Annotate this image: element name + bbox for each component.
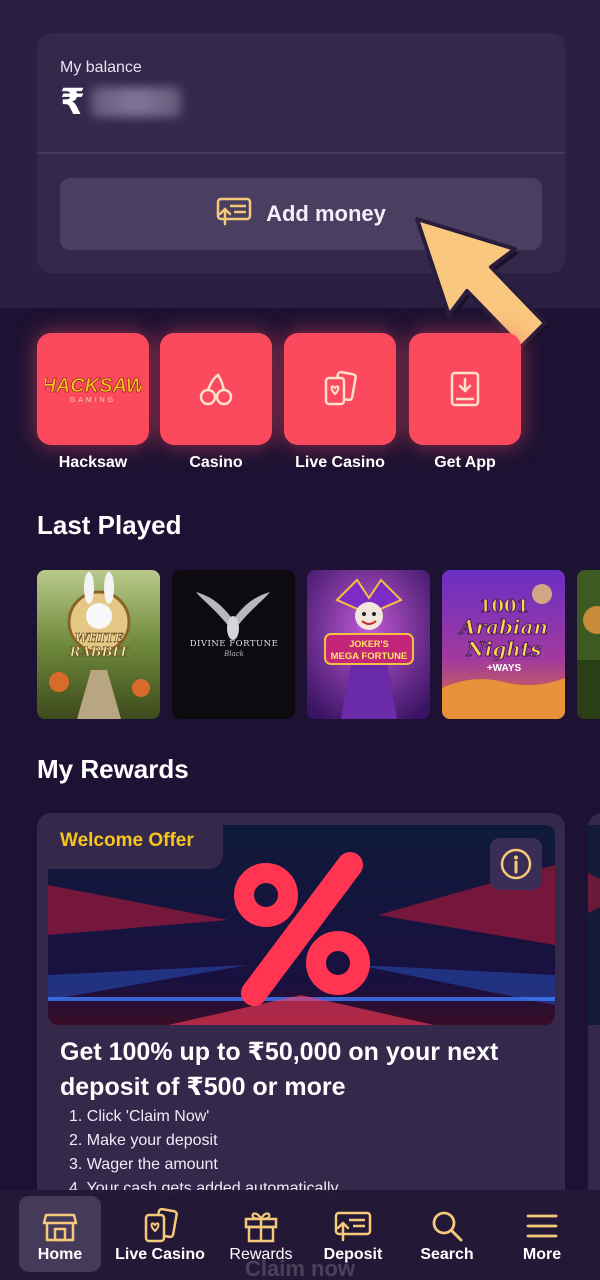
quick-link-get-app[interactable]: Get App — [409, 333, 521, 472]
cherries-icon — [199, 373, 233, 406]
add-money-label: Add money — [266, 201, 386, 226]
add-money-icon — [216, 196, 252, 232]
game-tile-divine-fortune[interactable]: DIVINE FORTUNE Black — [172, 570, 295, 719]
hacksaw-logo: HACKSAW GAMING — [45, 375, 141, 404]
deposit-icon — [334, 1208, 372, 1244]
white-rabbit-art-text-1: WHITE — [75, 631, 124, 645]
quick-link-label: Get App — [434, 454, 496, 471]
my-rewards-title: My Rewards — [37, 754, 189, 784]
arabian-art-text-4: +WAYS — [487, 663, 522, 674]
divine-fortune-art-text-1: DIVINE FORTUNE — [190, 639, 279, 649]
game-tile-1001-arabian-nights[interactable]: 1001 Arabian Nights +WAYS — [442, 570, 565, 719]
quick-links: HACKSAW GAMING Hacksaw Casino Live Casin… — [37, 333, 597, 478]
arabian-art-text-3: Nights — [466, 637, 542, 661]
quick-link-casino[interactable]: Casino — [160, 333, 272, 472]
gift-icon — [243, 1208, 279, 1244]
search-icon — [430, 1208, 464, 1244]
jokers-art-text-1: JOKER'S — [349, 639, 388, 649]
welcome-offer-tag: Welcome Offer — [37, 813, 223, 869]
next-reward-card[interactable] — [588, 813, 600, 1213]
game-tile-partial[interactable] — [577, 570, 600, 719]
hacksaw-logo-text: HACKSAW — [45, 375, 141, 397]
get-app-tile — [409, 333, 521, 445]
divider — [37, 152, 565, 154]
info-button[interactable] — [490, 838, 542, 890]
live-casino-tile — [284, 333, 396, 445]
info-icon — [500, 848, 532, 880]
offer-step: 1. Click 'Claim Now' — [69, 1108, 210, 1125]
offer-step: 2. Make your deposit — [69, 1132, 218, 1149]
playing-cards-icon — [324, 370, 357, 406]
divine-fortune-art-text-2: Black — [223, 650, 244, 658]
hacksaw-logo-sub: GAMING — [70, 397, 116, 404]
quick-link-label: Hacksaw — [58, 454, 128, 471]
game-tile-white-rabbit[interactable]: WHITE RABBIT — [37, 570, 160, 719]
blurred-balance-amount — [91, 87, 182, 117]
arabian-art-text-2: Arabian — [458, 615, 548, 639]
offer-headline: Get 100% up to ₹50,000 on your next depo… — [60, 1038, 499, 1101]
balance-label: My balance — [60, 59, 142, 76]
arabian-art-text-1: 1001 — [479, 596, 529, 617]
last-played-title: Last Played — [37, 510, 182, 540]
playing-cards-icon — [141, 1208, 179, 1244]
download-icon — [450, 371, 480, 407]
menu-icon — [525, 1208, 559, 1244]
offer-steps: 1. Click 'Claim Now' 2. Make your deposi… — [69, 1105, 339, 1201]
jokers-art-text-2: MEGA FORTUNE — [331, 651, 408, 662]
currency-symbol: ₹ — [60, 81, 86, 122]
hacksaw-tile: HACKSAW GAMING — [37, 333, 149, 445]
quick-link-hacksaw[interactable]: HACKSAW GAMING Hacksaw — [37, 333, 149, 472]
quick-link-label: Live Casino — [295, 454, 385, 471]
game-tile-jokers-mega-fortune[interactable]: JOKER'S MEGA FORTUNE — [307, 570, 430, 719]
welcome-offer-card[interactable]: Welcome Offer Get 100% up to ₹50,000 on … — [37, 813, 565, 1213]
offer-step: 3. Wager the amount — [69, 1156, 218, 1173]
quick-link-label: Casino — [189, 454, 243, 471]
claim-now-button[interactable]: Claim now — [0, 1256, 600, 1280]
white-rabbit-art-text-2: RABBIT — [69, 645, 130, 660]
home-icon — [42, 1208, 78, 1244]
quick-link-live-casino[interactable]: Live Casino — [284, 333, 396, 472]
last-played-games: WHITE RABBIT DIVINE FORTUNE Black JOKER'… — [37, 570, 600, 720]
casino-tile — [160, 333, 272, 445]
balance-value: ₹ — [60, 81, 182, 123]
